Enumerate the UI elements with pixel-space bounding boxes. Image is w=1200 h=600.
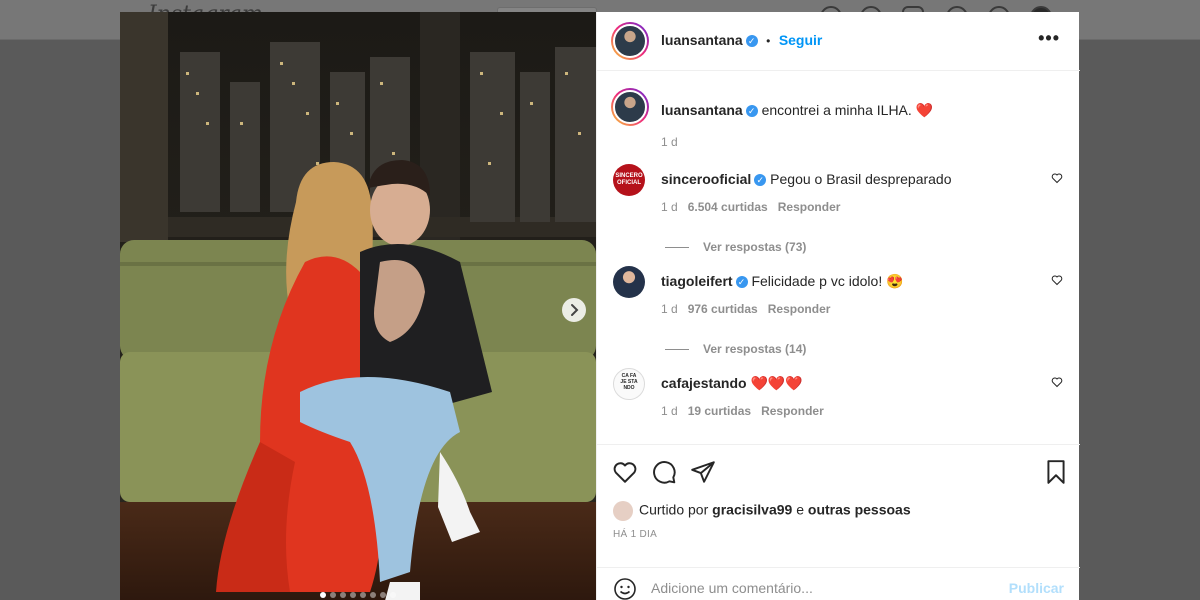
post-timestamp[interactable]: HÁ 1 DIA [613, 529, 657, 540]
liker-username[interactable]: gracisilva99 [712, 502, 792, 518]
post-photo [120, 12, 596, 600]
emoji-icon[interactable] [613, 577, 637, 600]
carousel-dot [330, 592, 336, 598]
verified-icon: ✓ [754, 174, 767, 187]
post-header: luansantana ✓ • Seguir ••• [597, 12, 1080, 71]
comment-text: Pegou o Brasil despreparado [770, 171, 952, 187]
verified-icon: ✓ [745, 34, 758, 47]
chevron-right-icon [571, 304, 579, 316]
commenter-avatar[interactable]: CA FA JE STA NDO [613, 368, 645, 400]
author-avatar[interactable] [611, 22, 649, 60]
commenter-avatar[interactable]: SINCERO OFICIAL [613, 164, 645, 196]
likes-others-link[interactable]: outras pessoas [808, 502, 911, 518]
heart-icon[interactable] [1051, 172, 1063, 184]
comment-text-line: sincerooficial ✓ Pegou o Brasil desprepar… [661, 170, 952, 188]
caption-age: 1 d [661, 135, 678, 149]
heart-icon[interactable] [1051, 376, 1063, 388]
reply-button[interactable]: Responder [778, 200, 841, 214]
heart-icon[interactable] [1051, 274, 1063, 286]
reply-button[interactable]: Responder [761, 404, 824, 418]
comment-likes[interactable]: 976 curtidas [688, 302, 758, 316]
view-replies-button[interactable]: Ver respostas (14) [665, 342, 806, 356]
caption-text: encontrei a minha ILHA. ❤️ [761, 102, 934, 118]
follow-button[interactable]: Seguir [779, 32, 823, 48]
caption-username[interactable]: luansantana [661, 102, 743, 118]
post-image [120, 12, 596, 600]
carousel-dots [120, 585, 596, 600]
view-replies-button[interactable]: Ver respostas (73) [665, 240, 806, 254]
reply-button[interactable]: Responder [768, 302, 831, 316]
comment-meta: 1 d 976 curtidas Responder [661, 302, 830, 316]
add-comment-bar: Publicar [597, 567, 1080, 600]
likes-prefix: Curtido por [639, 501, 709, 518]
comment-meta: 1 d 6.504 curtidas Responder [661, 200, 840, 214]
bookmark-icon[interactable] [1043, 459, 1069, 485]
comment-icon[interactable] [651, 459, 677, 485]
next-slide-button[interactable] [562, 298, 586, 322]
comment-username[interactable]: tiagoleifert [661, 273, 733, 289]
author-username[interactable]: luansantana [661, 32, 743, 48]
comment-text: Felicidade p vc idolo! 😍 [751, 273, 904, 289]
comment-text-line: tiagoleifert ✓ Felicidade p vc idolo! 😍 [661, 272, 904, 290]
post-modal: luansantana ✓ • Seguir ••• luansantana ✓ e… [120, 12, 1080, 600]
comment-likes[interactable]: 6.504 curtidas [688, 200, 768, 214]
verified-icon: ✓ [745, 105, 758, 118]
like-heart-icon[interactable] [612, 459, 638, 485]
carousel-dot [380, 592, 386, 598]
comment-username[interactable]: cafajestando [661, 375, 747, 391]
comment-meta: 1 d 19 curtidas Responder [661, 404, 824, 418]
caption-avatar[interactable] [611, 88, 649, 126]
comment-username[interactable]: sincerooficial [661, 171, 751, 187]
carousel-dot [360, 592, 366, 598]
verified-icon: ✓ [735, 276, 748, 289]
comment-age: 1 d [661, 200, 678, 214]
view-replies-label: Ver respostas (73) [703, 240, 807, 254]
carousel-dot [350, 592, 356, 598]
caption-text-line: luansantana ✓ encontrei a minha ILHA. ❤️ [661, 101, 933, 119]
replies-line [665, 247, 689, 249]
share-icon[interactable] [690, 459, 716, 485]
author-line: luansantana ✓ • Seguir [661, 32, 822, 50]
likes-joiner: e [796, 501, 805, 518]
carousel-dot [390, 592, 396, 598]
replies-line [665, 349, 689, 351]
view-replies-label: Ver respostas (14) [703, 342, 807, 356]
comment-age: 1 d [661, 404, 678, 418]
comment-text-line: cafajestando ❤️❤️❤️ [661, 374, 803, 392]
comment-input[interactable] [651, 576, 991, 600]
comments-list: luansantana ✓ encontrei a minha ILHA. ❤️ … [597, 72, 1080, 444]
carousel-dot [320, 592, 326, 598]
liker-avatar[interactable] [613, 501, 633, 521]
likes-summary: Curtido por gracisilva99 e outras pessoa… [613, 501, 911, 521]
post-side-panel: luansantana ✓ • Seguir ••• luansantana ✓ e… [596, 12, 1080, 600]
post-actions: Curtido por gracisilva99 e outras pessoa… [597, 444, 1080, 567]
more-icon[interactable]: ••• [1038, 28, 1060, 49]
comment-age: 1 d [661, 302, 678, 316]
separator-dot: • [766, 34, 771, 48]
comment-text: ❤️❤️❤️ [750, 375, 803, 391]
carousel-dot [370, 592, 376, 598]
carousel-dot [340, 592, 346, 598]
comment-likes[interactable]: 19 curtidas [688, 404, 751, 418]
publish-button[interactable]: Publicar [1009, 580, 1064, 596]
commenter-avatar[interactable] [613, 266, 645, 298]
